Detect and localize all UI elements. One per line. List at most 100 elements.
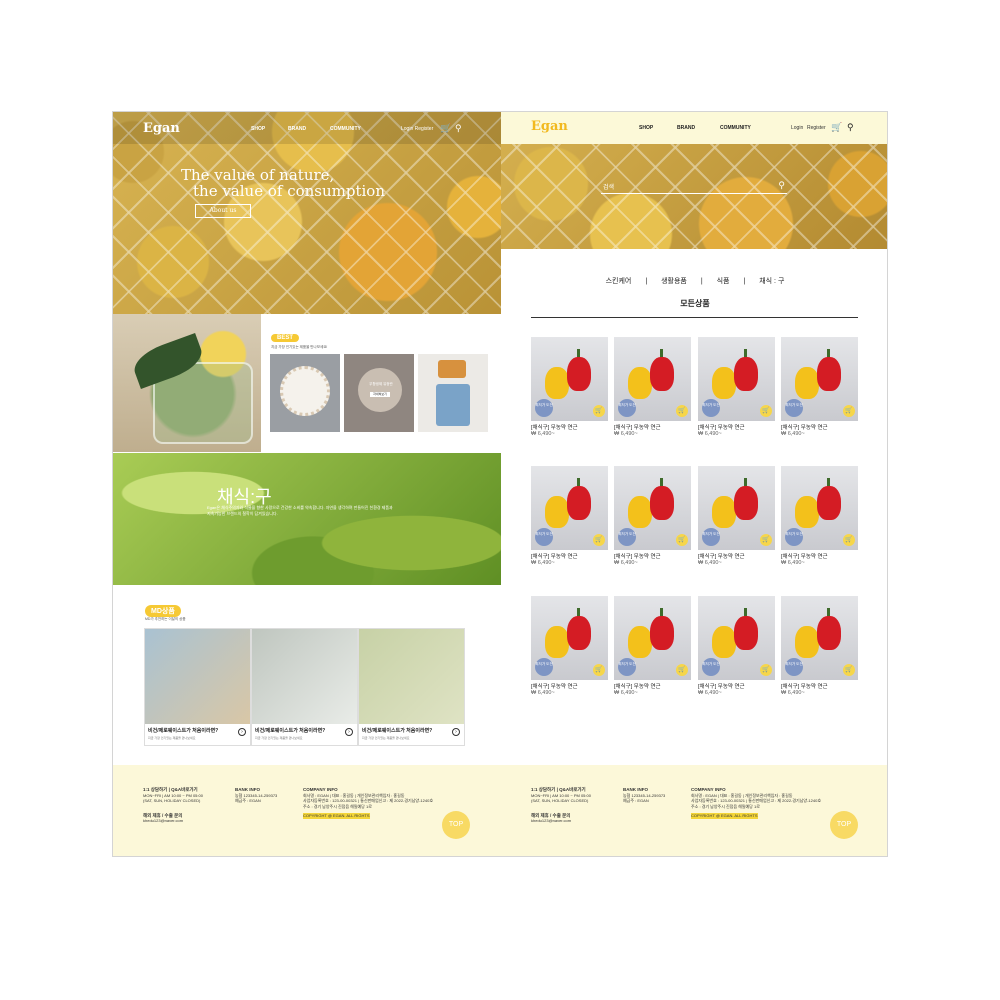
product-card[interactable]: 최저가 도전 🛒 [채식구] 무농약 연근 ₩ 6,490~: [531, 596, 608, 700]
logo[interactable]: Egan: [531, 119, 568, 134]
nav-community[interactable]: COMMUNITY: [720, 125, 751, 131]
product-name[interactable]: [채식구] 무농약 연근: [698, 682, 745, 690]
md-card[interactable]: 비건/제로웨이스트가 처음이라면? 지금 가장 인기있는 제품을 만나보세요 ›: [144, 628, 251, 746]
product-card[interactable]: 최저가 도전 🛒 [채식구] 무농약 연근 ₩ 6,490~: [614, 337, 691, 441]
product-image[interactable]: 최저가 도전 🛒: [531, 466, 608, 550]
product-price: ₩ 6,490~: [531, 560, 555, 566]
nav-brand[interactable]: BRAND: [288, 126, 306, 132]
nav-community[interactable]: COMMUNITY: [330, 126, 361, 132]
best-product-lotus[interactable]: [270, 354, 340, 432]
product-image[interactable]: 최저가 도전 🛒: [781, 596, 858, 680]
product-card[interactable]: 최저가 도전 🛒 [채식구] 무농약 연근 ₩ 6,490~: [531, 466, 608, 570]
section-title: 모든상품: [680, 299, 710, 308]
add-to-cart-icon[interactable]: 🛒: [676, 664, 688, 676]
product-name[interactable]: [채식구] 무농약 연근: [781, 682, 828, 690]
product-card[interactable]: 최저가 도전 🛒 [채식구] 무농약 연근 ₩ 6,490~: [614, 466, 691, 570]
login-link[interactable]: Login: [791, 125, 803, 131]
product-name[interactable]: [채식구] 무농약 연근: [531, 552, 578, 560]
canvas: Egan SHOP BRAND COMMUNITY Login Register…: [112, 111, 888, 857]
cart-icon[interactable]: 🛒: [831, 122, 842, 132]
about-us-button[interactable]: About us: [195, 204, 251, 218]
add-to-cart-icon[interactable]: 🛒: [843, 405, 855, 417]
logo[interactable]: Egan: [143, 121, 180, 136]
add-to-cart-icon[interactable]: 🛒: [760, 664, 772, 676]
cart-icon[interactable]: 🛒: [440, 123, 451, 133]
product-name[interactable]: [채식구] 무농약 연근: [698, 423, 745, 431]
lowest-price-badge: 최저가 도전: [618, 528, 636, 546]
nav-brand[interactable]: BRAND: [677, 125, 695, 131]
arrow-right-icon[interactable]: ›: [238, 728, 246, 736]
add-to-cart-icon[interactable]: 🛒: [593, 664, 605, 676]
product-card[interactable]: 최저가 도전 🛒 [채식구] 무농약 연근 ₩ 6,490~: [781, 337, 858, 441]
category-skincare[interactable]: 스킨케어: [606, 278, 632, 285]
product-price: ₩ 6,490~: [531, 690, 555, 696]
search-icon[interactable]: ⚲: [847, 122, 857, 132]
login-register[interactable]: Login Register: [401, 126, 433, 132]
search-icon[interactable]: ⚲: [455, 123, 465, 133]
nav-shop[interactable]: SHOP: [251, 126, 265, 132]
add-to-cart-icon[interactable]: 🛒: [843, 664, 855, 676]
product-name[interactable]: [채식구] 무농약 연근: [614, 552, 661, 560]
chaesik-description: Egan은 채식주의자와 식물을 향한 사랑으로 건강한 소비를 약속합니다. …: [207, 505, 393, 516]
arrow-right-icon[interactable]: ›: [452, 728, 460, 736]
add-to-cart-icon[interactable]: 🛒: [593, 405, 605, 417]
product-price: ₩ 6,490~: [698, 431, 722, 437]
product-image[interactable]: 최저가 도전 🛒: [698, 596, 775, 680]
category-food[interactable]: 식품: [717, 278, 730, 285]
category-nav: 스킨케어 | 생활용품 | 식품 | 채식 : 구: [605, 278, 785, 285]
lowest-price-badge: 최저가 도전: [702, 528, 720, 546]
lowest-price-badge: 최저가 도전: [618, 658, 636, 676]
product-card[interactable]: 최저가 도전 🛒 [채식구] 무농약 연근 ₩ 6,490~: [781, 596, 858, 700]
product-card[interactable]: 최저가 도전 🛒 [채식구] 무농약 연근 ₩ 6,490~: [531, 337, 608, 441]
detail-button[interactable]: 자세히보기: [370, 392, 390, 397]
category-chaesik[interactable]: 채식 : 구: [759, 278, 784, 285]
category-living[interactable]: 생활용품: [661, 278, 687, 285]
product-name[interactable]: [채식구] 무농약 연근: [531, 423, 578, 431]
landing-page: Egan SHOP BRAND COMMUNITY Login Register…: [113, 112, 501, 856]
product-image[interactable]: 최저가 도전 🛒: [531, 337, 608, 421]
hero-title: The value of nature, the value of consum…: [181, 166, 385, 200]
add-to-cart-icon[interactable]: 🛒: [593, 534, 605, 546]
md-section: MD상품 MD가 추천하는 이달의 상품 비건/제로웨이스트가 처음이라면? 지…: [113, 585, 501, 765]
product-image[interactable]: 최저가 도전 🛒: [614, 337, 691, 421]
product-image[interactable]: 최저가 도전 🛒: [698, 337, 775, 421]
md-card[interactable]: 비건/제로웨이스트가 처음이라면? 지금 가장 인기있는 제품을 만나보세요 ›: [358, 628, 465, 746]
product-card[interactable]: 최저가 도전 🛒 [채식구] 무농약 연근 ₩ 6,490~: [698, 596, 775, 700]
search-input[interactable]: 검색 ⚲: [601, 180, 787, 194]
product-image[interactable]: 최저가 도전 🛒: [531, 596, 608, 680]
product-name[interactable]: [채식구] 무농약 연근: [614, 682, 661, 690]
product-card[interactable]: 최저가 도전 🛒 [채식구] 무농약 연근 ₩ 6,490~: [781, 466, 858, 570]
arrow-right-icon[interactable]: ›: [345, 728, 353, 736]
product-image[interactable]: 최저가 도전 🛒: [781, 337, 858, 421]
best-product-eggs[interactable]: 무항생제 유정란 자세히보기: [344, 354, 414, 432]
product-price: ₩ 6,490~: [781, 690, 805, 696]
register-link[interactable]: Register: [807, 125, 826, 131]
add-to-cart-icon[interactable]: 🛒: [760, 534, 772, 546]
md-card[interactable]: 비건/제로웨이스트가 처음이라면? 지금 가장 인기있는 제품을 만나보세요 ›: [251, 628, 358, 746]
product-card[interactable]: 최저가 도전 🛒 [채식구] 무농약 연근 ₩ 6,490~: [698, 337, 775, 441]
add-to-cart-icon[interactable]: 🛒: [676, 405, 688, 417]
lemon-drink-image: [113, 314, 261, 452]
product-image[interactable]: 최저가 도전 🛒: [614, 466, 691, 550]
product-image[interactable]: 최저가 도전 🛒: [614, 596, 691, 680]
product-image[interactable]: 최저가 도전 🛒: [781, 466, 858, 550]
add-to-cart-icon[interactable]: 🛒: [676, 534, 688, 546]
product-name[interactable]: [채식구] 무농약 연근: [531, 682, 578, 690]
product-name[interactable]: [채식구] 무농약 연근: [781, 423, 828, 431]
product-card[interactable]: 최저가 도전 🛒 [채식구] 무농약 연근 ₩ 6,490~: [614, 596, 691, 700]
nav-shop[interactable]: SHOP: [639, 125, 653, 131]
product-name[interactable]: [채식구] 무농약 연근: [614, 423, 661, 431]
product-name[interactable]: [채식구] 무농약 연근: [698, 552, 745, 560]
top-button[interactable]: TOP: [442, 811, 470, 839]
top-button[interactable]: TOP: [830, 811, 858, 839]
lowest-price-badge: 최저가 도전: [785, 399, 803, 417]
add-to-cart-icon[interactable]: 🛒: [843, 534, 855, 546]
product-image[interactable]: 최저가 도전 🛒: [698, 466, 775, 550]
product-card[interactable]: 최저가 도전 🛒 [채식구] 무농약 연근 ₩ 6,490~: [698, 466, 775, 570]
search-icon[interactable]: ⚲: [778, 180, 785, 191]
add-to-cart-icon[interactable]: 🛒: [760, 405, 772, 417]
best-product-snack[interactable]: [418, 354, 488, 432]
lowest-price-badge: 최저가 도전: [535, 399, 553, 417]
hero-banner: Egan SHOP BRAND COMMUNITY Login Register…: [113, 112, 501, 314]
product-name[interactable]: [채식구] 무농약 연근: [781, 552, 828, 560]
